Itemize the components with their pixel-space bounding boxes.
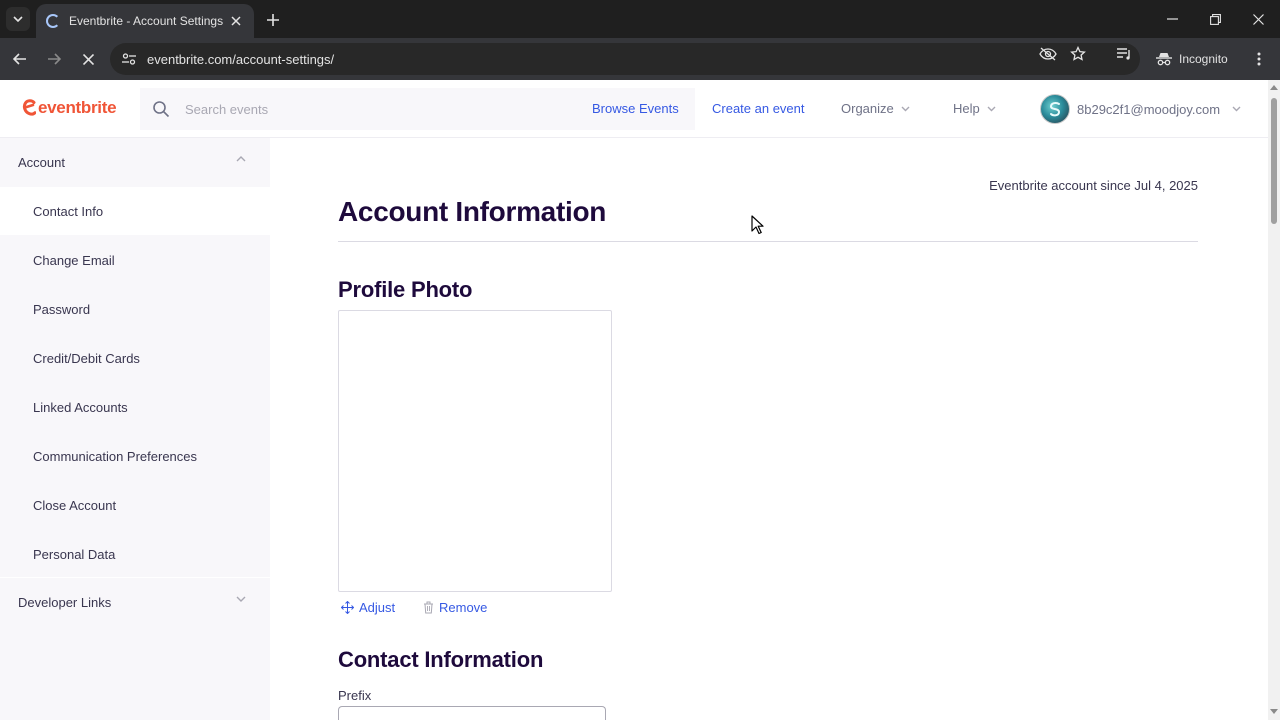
chevron-down-icon (987, 106, 996, 111)
sidebar-item-personal-data[interactable]: Personal Data (0, 530, 270, 578)
tune-icon (122, 53, 136, 65)
sidebar-item-change-email[interactable]: Change Email (0, 236, 270, 284)
arrow-left-icon (13, 53, 26, 65)
remove-photo-button[interactable]: Remove (423, 600, 487, 615)
trash-icon (424, 601, 433, 614)
close-window-button[interactable] (1246, 8, 1270, 30)
avatar-image-icon (1049, 101, 1061, 117)
avatar (1040, 94, 1070, 124)
more-vertical-icon (1257, 52, 1261, 66)
create-event-link[interactable]: Create an event (712, 101, 805, 116)
help-label: Help (953, 101, 980, 116)
media-list-icon (1117, 48, 1130, 60)
tab-close-button[interactable] (228, 13, 244, 29)
sidebar-item-label: Password (33, 301, 91, 317)
page-title: Account Information (338, 196, 607, 227)
plus-icon (267, 14, 279, 26)
url-text: eventbrite.com/account-settings/ (147, 51, 335, 67)
sidebar-section-developer-links[interactable]: Developer Links (0, 578, 270, 626)
prefix-select[interactable] (338, 706, 606, 720)
arrow-right-icon (48, 53, 61, 65)
minimize-icon (1166, 18, 1178, 20)
chevron-down-icon (1232, 106, 1241, 112)
browser-tab-active[interactable]: Eventbrite - Account Settings (36, 4, 254, 38)
scroll-up-icon[interactable] (1270, 85, 1278, 90)
close-icon (231, 16, 241, 26)
close-icon (1252, 13, 1264, 25)
address-bar[interactable]: eventbrite.com/account-settings/ (110, 43, 1140, 75)
profile-photo-preview[interactable] (338, 310, 612, 592)
minimize-button[interactable] (1160, 8, 1184, 30)
organize-label: Organize (841, 101, 894, 116)
sidebar-section-label: Developer Links (18, 594, 112, 610)
sidebar-section-label: Account (18, 154, 65, 170)
sidebar-item-label: Contact Info (33, 203, 104, 219)
site-info-button[interactable] (118, 48, 140, 70)
logo-text: eventbrite (38, 98, 117, 117)
tracking-protection-button[interactable] (1037, 43, 1059, 65)
back-button[interactable] (8, 47, 32, 71)
help-menu[interactable]: Help (953, 101, 996, 116)
adjust-label: Adjust (359, 600, 396, 615)
browser-tab-bar: Eventbrite - Account Settings (0, 0, 1280, 38)
browser-toolbar: eventbrite.com/account-settings/ Incogni… (0, 38, 1280, 80)
account-sidebar: Account Contact Info Change Email Passwo… (0, 138, 270, 720)
sidebar-item-label: Change Email (33, 252, 115, 268)
stop-loading-button[interactable] (76, 47, 100, 71)
star-icon (1070, 46, 1086, 61)
forward-button[interactable] (42, 47, 66, 71)
sidebar-item-close-account[interactable]: Close Account (0, 481, 270, 529)
close-icon (82, 53, 94, 65)
chevron-down-icon (236, 596, 246, 602)
scroll-down-icon[interactable] (1270, 709, 1278, 714)
chevron-down-icon (901, 106, 910, 111)
prefix-label: Prefix (338, 688, 372, 703)
sidebar-item-password[interactable]: Password (0, 285, 270, 333)
sidebar-section-account[interactable]: Account (0, 138, 270, 186)
bookmark-button[interactable] (1067, 43, 1089, 65)
scrollbar-thumb[interactable] (1271, 98, 1277, 224)
search-icon (153, 101, 170, 118)
remove-label: Remove (439, 600, 488, 615)
browser-menu-button[interactable] (1249, 48, 1269, 70)
page-scrollbar[interactable] (1268, 80, 1280, 720)
reading-list-button[interactable] (1114, 43, 1136, 65)
adjust-photo-button[interactable]: Adjust (341, 600, 395, 615)
restore-icon (1209, 13, 1221, 25)
eye-off-icon (1039, 47, 1057, 61)
search-input[interactable] (185, 101, 565, 117)
account-since-text: Eventbrite account since Jul 4, 2025 (989, 178, 1198, 193)
eventbrite-logo-icon (22, 99, 36, 116)
sidebar-item-label: Personal Data (33, 546, 116, 562)
chevron-down-icon (13, 16, 23, 22)
incognito-indicator[interactable]: Incognito (1148, 46, 1240, 72)
site-header: eventbrite Browse Events Create an event… (0, 80, 1268, 138)
user-email: 8b29c2f1@moodjoy.com (1077, 101, 1221, 117)
sidebar-item-communication-preferences[interactable]: Communication Preferences (0, 432, 270, 480)
sidebar-item-label: Close Account (33, 497, 117, 513)
new-tab-button[interactable] (262, 9, 284, 31)
organize-menu[interactable]: Organize (841, 101, 910, 116)
loading-spinner-icon (46, 14, 60, 28)
sidebar-item-linked-accounts[interactable]: Linked Accounts (0, 383, 270, 431)
browse-events-link[interactable]: Browse Events (592, 101, 679, 116)
sidebar-item-contact-info[interactable]: Contact Info (0, 187, 270, 235)
sidebar-item-label: Communication Preferences (33, 448, 198, 464)
incognito-icon (1156, 53, 1172, 66)
sidebar-item-label: Credit/Debit Cards (33, 350, 140, 366)
title-divider (338, 241, 1198, 242)
eventbrite-logo[interactable]: eventbrite (22, 98, 117, 118)
mouse-cursor-icon (751, 215, 764, 235)
move-arrows-icon (341, 601, 354, 614)
chevron-up-icon (236, 156, 246, 162)
incognito-label: Incognito (1179, 52, 1228, 66)
contact-information-heading: Contact Information (338, 647, 544, 672)
user-menu[interactable]: 8b29c2f1@moodjoy.com (1040, 94, 1241, 124)
sidebar-item-label: Linked Accounts (33, 399, 128, 415)
restore-button[interactable] (1203, 8, 1227, 30)
tab-title: Eventbrite - Account Settings (69, 14, 224, 28)
sidebar-item-credit-debit-cards[interactable]: Credit/Debit Cards (0, 334, 270, 382)
tab-search-button[interactable] (6, 7, 30, 31)
profile-photo-heading: Profile Photo (338, 277, 473, 302)
